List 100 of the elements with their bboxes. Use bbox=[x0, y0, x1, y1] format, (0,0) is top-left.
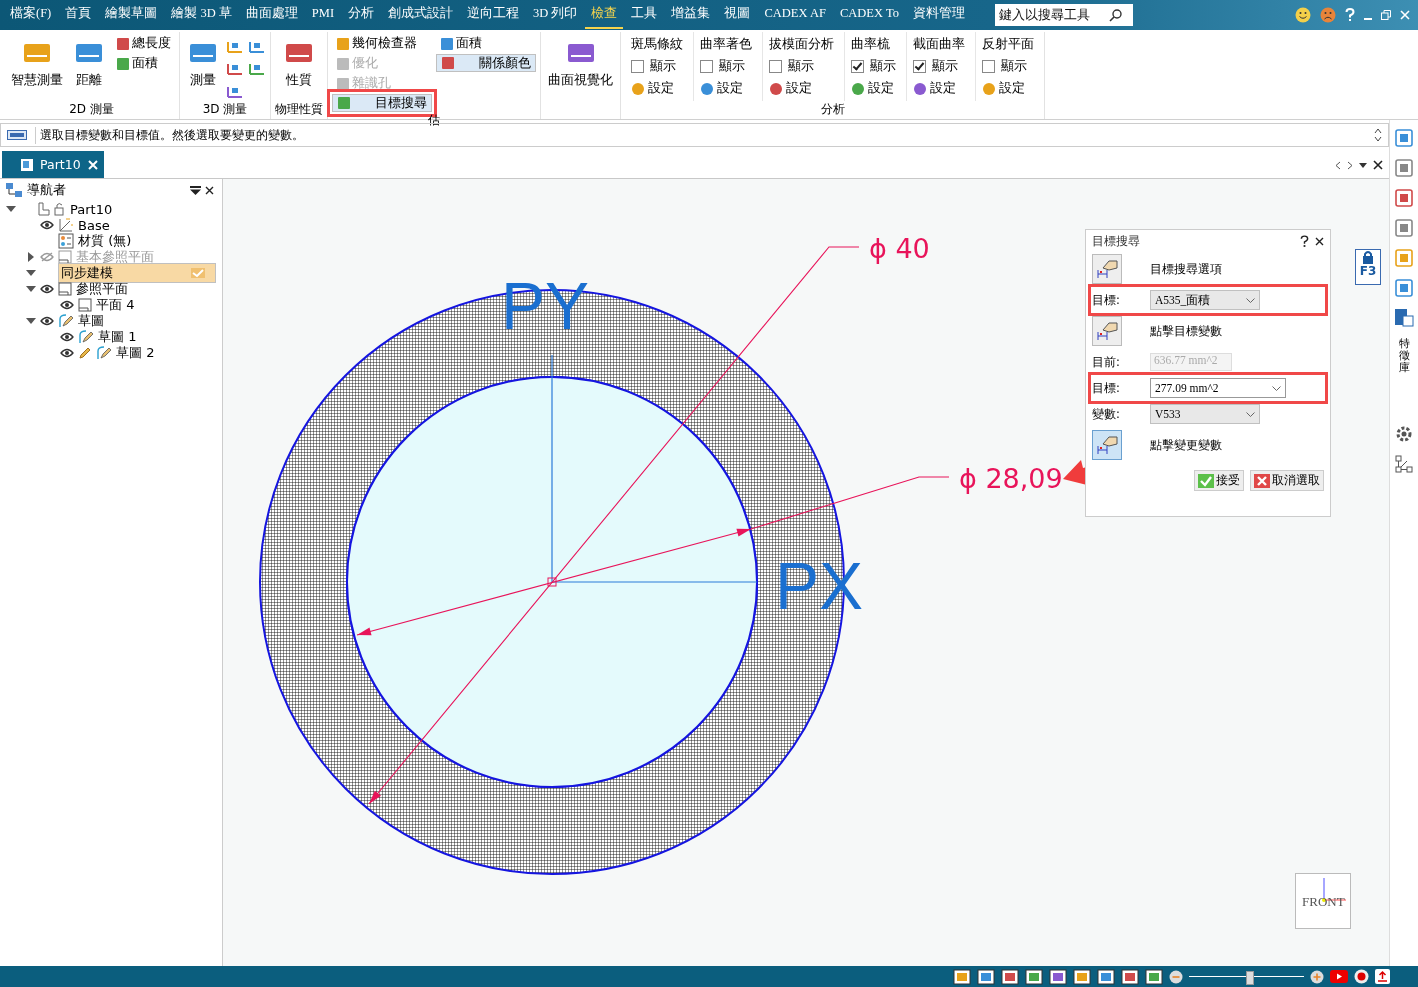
eye-icon[interactable] bbox=[60, 348, 74, 358]
menu-tab[interactable]: CADEX To bbox=[833, 2, 905, 28]
settings-button[interactable]: 設定 bbox=[913, 80, 956, 97]
settings-button[interactable]: 設定 bbox=[769, 80, 812, 97]
menu-tab[interactable]: 3D 列印 bbox=[527, 1, 584, 29]
menu-tab[interactable]: 分析 bbox=[342, 1, 381, 29]
menu-tab[interactable]: 檔案(F) bbox=[4, 1, 58, 29]
menu-tab[interactable]: 首頁 bbox=[59, 1, 98, 29]
ribbon-button[interactable]: 距離 bbox=[70, 32, 108, 101]
display-checkbox[interactable]: 顯示 bbox=[631, 58, 676, 75]
eye-icon[interactable] bbox=[60, 332, 74, 342]
dropdown-field[interactable]: 277.09 mm^2 bbox=[1150, 378, 1286, 398]
zoom-in-icon[interactable] bbox=[1310, 969, 1324, 984]
nodes-icon[interactable] bbox=[1394, 454, 1414, 475]
dropdown-icon[interactable] bbox=[1359, 162, 1367, 168]
tree-item[interactable]: Base bbox=[78, 217, 110, 233]
zoom-out-icon[interactable] bbox=[1169, 969, 1183, 984]
eye-icon[interactable] bbox=[40, 284, 54, 294]
expanded-arrow-icon[interactable] bbox=[26, 268, 36, 278]
settings-button[interactable]: 設定 bbox=[982, 80, 1025, 97]
tree-item[interactable]: Part10 bbox=[70, 201, 113, 217]
next-icon[interactable] bbox=[1347, 160, 1353, 170]
ribbon-button[interactable]: 關係顏色 bbox=[436, 54, 536, 72]
frown-icon[interactable] bbox=[1320, 7, 1336, 23]
settings-button[interactable]: 設定 bbox=[851, 80, 894, 97]
ribbon-button[interactable]: 性質 bbox=[280, 32, 318, 101]
cancel-button[interactable]: 取消選取 bbox=[1250, 470, 1324, 491]
display-checkbox[interactable]: 顯示 bbox=[769, 58, 814, 75]
menu-tab[interactable]: 工具 bbox=[625, 1, 664, 29]
settings-button[interactable]: 設定 bbox=[700, 80, 743, 97]
display-checkbox[interactable]: 顯示 bbox=[851, 58, 896, 75]
settings-button[interactable]: 設定 bbox=[631, 80, 674, 97]
toolbar-icon[interactable] bbox=[1394, 128, 1414, 148]
dropdown-field[interactable]: A535_面積 bbox=[1150, 290, 1260, 310]
hand-pointer-button[interactable] bbox=[1092, 316, 1122, 346]
document-tab[interactable]: Part10 bbox=[2, 151, 104, 178]
menu-tab[interactable]: 創成式設計 bbox=[382, 1, 460, 29]
expanded-arrow-icon[interactable] bbox=[6, 204, 16, 214]
ribbon-button[interactable]: 測量 bbox=[184, 32, 222, 101]
view-cube[interactable]: FRONT bbox=[1295, 873, 1351, 929]
scroll-arrows-icon[interactable] bbox=[1374, 127, 1382, 143]
tree-item[interactable]: 材質 (無) bbox=[78, 232, 132, 250]
collapsed-arrow-icon[interactable] bbox=[26, 252, 36, 262]
status-tool-icon[interactable] bbox=[1049, 968, 1067, 985]
status-tool-icon[interactable] bbox=[977, 968, 995, 985]
hand-pointer-button[interactable] bbox=[1092, 430, 1122, 460]
tree-item[interactable]: 參照平面 bbox=[76, 280, 128, 298]
restore-icon[interactable] bbox=[1381, 10, 1391, 20]
smiley-icon[interactable] bbox=[1295, 7, 1311, 23]
menu-tab[interactable]: 資料管理 bbox=[906, 1, 971, 29]
close-icon[interactable] bbox=[1315, 236, 1324, 246]
tree-item[interactable]: 草圖 2 bbox=[116, 344, 155, 362]
status-tool-icon[interactable] bbox=[1001, 968, 1019, 985]
upload-icon[interactable] bbox=[1375, 969, 1390, 984]
accept-button[interactable]: 接受 bbox=[1194, 470, 1244, 491]
dropdown-icon[interactable] bbox=[190, 185, 201, 195]
status-tool-icon[interactable] bbox=[1025, 968, 1043, 985]
video-play-icon[interactable] bbox=[1330, 970, 1348, 983]
ribbon-button[interactable]: 幾何檢查器 bbox=[332, 34, 432, 53]
tree-item[interactable]: 草圖 bbox=[78, 312, 104, 330]
search-field[interactable]: 鍵入以搜尋工具 bbox=[994, 4, 1133, 26]
tree-item[interactable]: 同步建模 bbox=[58, 263, 216, 283]
status-tool-icon[interactable] bbox=[1073, 968, 1091, 985]
slider-thumb[interactable] bbox=[1245, 970, 1254, 985]
menu-tab[interactable]: 逆向工程 bbox=[461, 1, 526, 29]
eye-icon[interactable] bbox=[40, 220, 54, 230]
lock-badge[interactable]: F3 bbox=[1355, 249, 1381, 285]
close-icon[interactable] bbox=[205, 185, 214, 195]
ribbon-button[interactable]: 曲面視覺化 bbox=[545, 32, 616, 119]
ribbon-button[interactable]: 總長度 bbox=[112, 34, 175, 53]
previous-icon[interactable] bbox=[1335, 160, 1341, 170]
display-checkbox[interactable]: 顯示 bbox=[700, 58, 745, 75]
tree-item[interactable]: 平面 4 bbox=[96, 296, 135, 314]
menu-tab[interactable]: PMI bbox=[305, 2, 341, 28]
status-tool-icon[interactable] bbox=[1097, 968, 1115, 985]
expanded-arrow-icon[interactable] bbox=[26, 316, 36, 326]
menu-tab[interactable]: 繪製 3D 草 bbox=[165, 1, 238, 29]
tree-item[interactable]: 草圖 1 bbox=[98, 328, 137, 346]
ribbon-button[interactable]: 面積 bbox=[112, 54, 175, 73]
menu-tab[interactable]: 視圖 bbox=[718, 1, 757, 29]
toolbar-icon[interactable] bbox=[1394, 278, 1414, 298]
menu-tab[interactable]: CADEX AF bbox=[758, 2, 832, 28]
status-tool-icon[interactable] bbox=[1121, 968, 1139, 985]
menu-tab[interactable]: 檢查 bbox=[585, 1, 624, 29]
ribbon-button[interactable]: 面積 bbox=[436, 34, 536, 53]
record-icon[interactable] bbox=[1354, 969, 1369, 984]
eye-icon[interactable] bbox=[40, 316, 54, 326]
close-icon[interactable] bbox=[1373, 160, 1383, 170]
hand-pointer-button[interactable] bbox=[1092, 254, 1122, 284]
menu-tab[interactable]: 曲面處理 bbox=[239, 1, 304, 29]
dropdown-field[interactable]: V533 bbox=[1150, 404, 1260, 424]
menu-tab[interactable]: 增益集 bbox=[665, 1, 717, 29]
toolbar-icon[interactable] bbox=[1394, 218, 1414, 238]
display-checkbox[interactable]: 顯示 bbox=[913, 58, 958, 75]
menu-tab[interactable]: 繪製草圖 bbox=[99, 1, 164, 29]
eye-icon[interactable] bbox=[60, 300, 74, 310]
ribbon-button[interactable]: 智慧測量 bbox=[8, 32, 66, 101]
toolbar-icon[interactable] bbox=[1394, 188, 1414, 208]
display-checkbox[interactable]: 顯示 bbox=[982, 58, 1027, 75]
toolbar-icon[interactable] bbox=[1394, 308, 1414, 328]
